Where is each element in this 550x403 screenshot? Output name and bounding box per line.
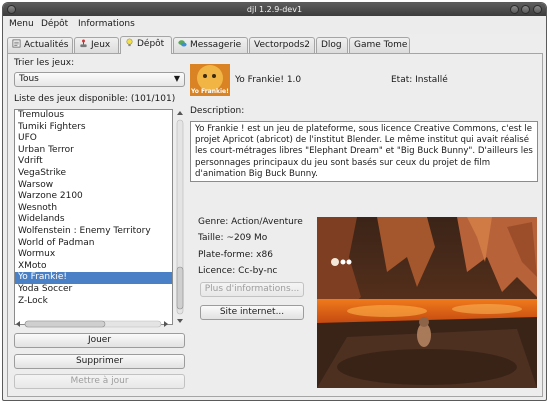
list-item[interactable]: UFO — [15, 133, 172, 145]
more-info-button-label: Plus d'informations... — [204, 284, 300, 294]
app-window: djl 1.2.9-dev1 Menu Dépôt Informations A… — [2, 2, 547, 401]
tab-label: Dépôt — [137, 39, 165, 49]
menu-menu[interactable]: Menu — [9, 19, 34, 29]
tab-label: Game Tome — [354, 40, 408, 50]
chevron-down-icon: ▼ — [173, 74, 180, 83]
list-horizontal-scrollbar[interactable] — [14, 319, 184, 329]
game-platform: Plate-forme: x86 — [198, 250, 273, 260]
description-label: Description: — [190, 106, 245, 116]
list-item[interactable]: Wesnoth — [15, 203, 172, 215]
remove-button[interactable]: Supprimer — [14, 354, 185, 369]
list-item[interactable]: Tremulous — [15, 110, 172, 122]
menu-depot[interactable]: Dépôt — [41, 19, 68, 29]
close-icon[interactable] — [533, 5, 542, 14]
game-logo: Yo Frankie! — [190, 64, 230, 96]
list-item[interactable]: World of Padman — [15, 238, 172, 250]
joystick-icon — [80, 39, 87, 48]
newspaper-icon — [12, 39, 21, 48]
list-item[interactable]: Warzone 2100 — [15, 191, 172, 203]
game-size: Taille: ~209 Mo — [198, 233, 268, 243]
tab-label: Jeux — [91, 40, 111, 50]
title-bar[interactable]: djl 1.2.9-dev1 — [3, 3, 546, 16]
website-button[interactable]: Site internet... — [200, 305, 304, 320]
window-title: djl 1.2.9-dev1 — [246, 5, 303, 14]
minimize-icon[interactable] — [510, 5, 519, 14]
tab-label: Messagerie — [190, 40, 242, 50]
menu-bar: Menu Dépôt Informations — [3, 16, 546, 34]
bulb-icon — [126, 38, 133, 47]
list-item[interactable]: Wormux — [15, 249, 172, 261]
update-button[interactable]: Mettre à jour — [14, 374, 185, 389]
update-button-label: Mettre à jour — [70, 376, 129, 386]
filter-combo[interactable]: Tous ▼ — [14, 72, 185, 87]
maximize-icon[interactable] — [521, 5, 530, 14]
filter-label: Trier les jeux: — [14, 58, 75, 68]
list-item-selected[interactable]: Yo Frankie! — [15, 272, 172, 284]
tab-messagerie[interactable]: Messagerie — [173, 37, 248, 53]
tab-label: Actualités — [24, 40, 69, 50]
filter-value: Tous — [19, 74, 39, 84]
play-button-label: Jouer — [87, 335, 112, 345]
list-item[interactable]: Widelands — [15, 214, 172, 226]
remove-button-label: Supprimer — [75, 356, 124, 366]
tab-jeux[interactable]: Jeux — [74, 37, 119, 53]
list-label: Liste des jeux disponible: (101/101) — [14, 94, 176, 104]
depot-panel: Trier les jeux: Tous ▼ Liste des jeux di… — [7, 53, 543, 397]
play-button[interactable]: Jouer — [14, 333, 185, 348]
tab-game-tome[interactable]: Game Tome — [349, 37, 410, 53]
game-logo-text: Yo Frankie! — [191, 88, 229, 95]
game-name: Yo Frankie! 1.0 — [235, 75, 302, 85]
description-text: Yo Frankie ! est un jeu de plateforme, s… — [190, 121, 538, 182]
games-list[interactable]: Tremulous Tumiki Fighters UFO Urban Terr… — [14, 109, 173, 325]
tab-actualites[interactable]: Actualités — [7, 37, 73, 53]
tab-label: Vectorpods2 — [254, 40, 311, 50]
list-item[interactable]: VegaStrike — [15, 168, 172, 180]
list-item[interactable]: Wolfenstein : Enemy Territory — [15, 226, 172, 238]
tab-dlog[interactable]: Dlog — [316, 37, 348, 53]
list-item[interactable]: XMoto — [15, 261, 172, 273]
website-button-label: Site internet... — [219, 307, 285, 317]
tab-bar: Actualités Jeux Dépôt Messagerie Vectorp… — [3, 36, 546, 54]
list-item[interactable]: Vdrift — [15, 156, 172, 168]
tab-label: Dlog — [321, 40, 342, 50]
chat-icon — [178, 40, 187, 47]
list-vertical-scrollbar[interactable] — [175, 109, 185, 325]
game-genre: Genre: Action/Aventure — [198, 217, 303, 227]
tab-vectorpods2[interactable]: Vectorpods2 — [249, 37, 315, 53]
window-menu-icon[interactable] — [7, 5, 16, 14]
list-item[interactable]: Tumiki Fighters — [15, 122, 172, 134]
list-item[interactable]: Urban Terror — [15, 145, 172, 157]
list-item[interactable]: Yoda Soccer — [15, 284, 172, 296]
tab-depot[interactable]: Dépôt — [120, 36, 172, 54]
menu-informations[interactable]: Informations — [78, 19, 135, 29]
list-item[interactable]: Warsow — [15, 180, 172, 192]
game-screenshot — [317, 217, 537, 388]
more-info-button[interactable]: Plus d'informations... — [200, 282, 304, 297]
list-item[interactable]: Z-Lock — [15, 296, 172, 308]
game-state: Etat: Installé — [391, 75, 448, 85]
game-license: Licence: Cc-by-nc — [198, 266, 278, 276]
